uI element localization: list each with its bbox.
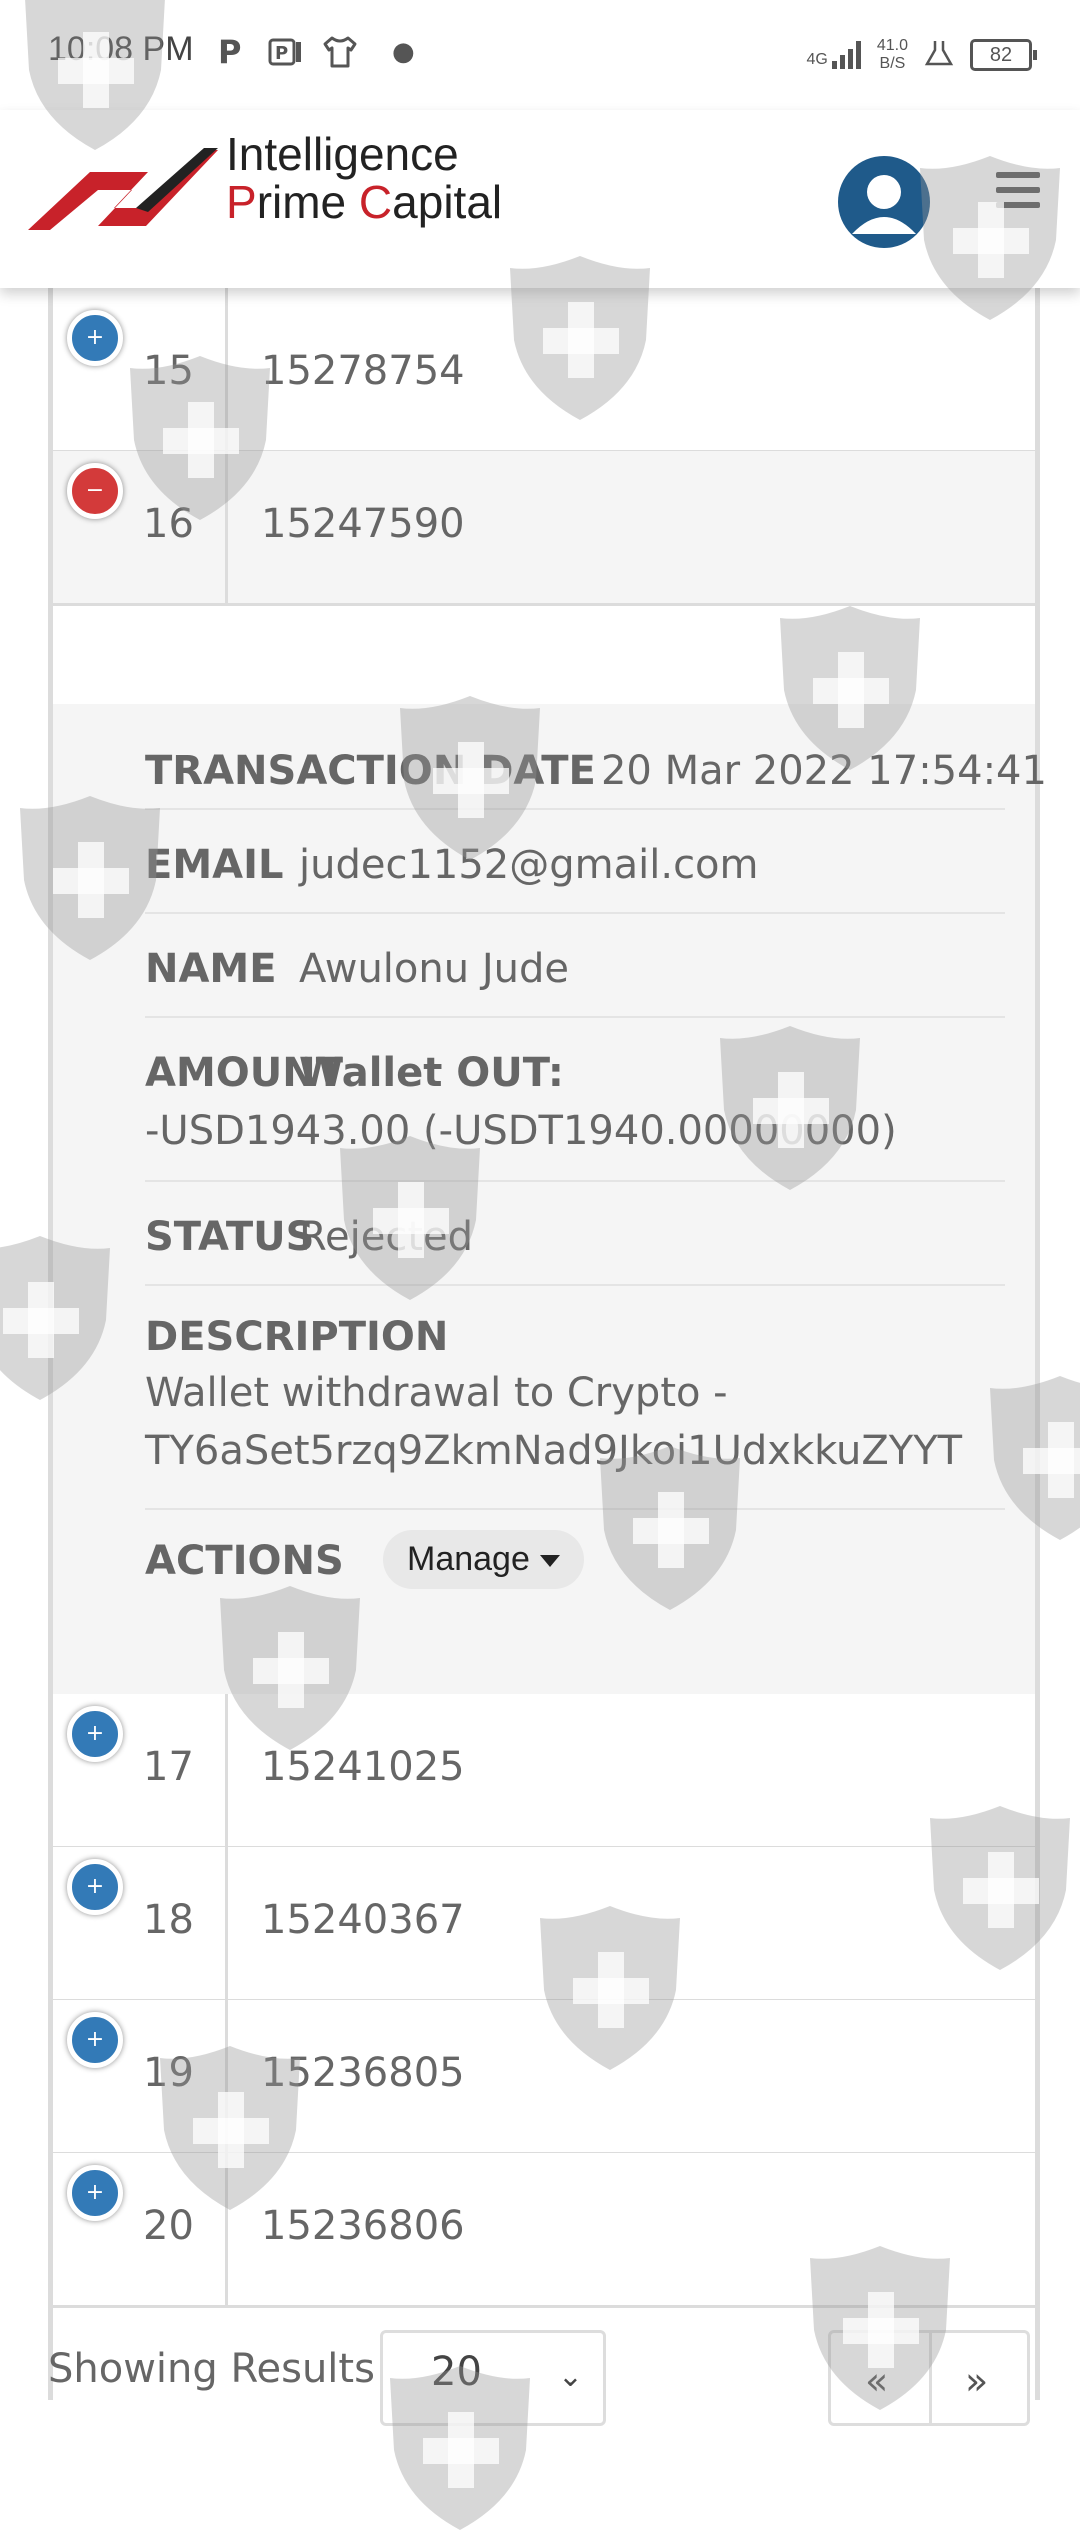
transactions-table: + 14 15281145 + 15 15278754 − 16 1524759… bbox=[48, 146, 1047, 2400]
svg-text:P: P bbox=[275, 43, 288, 64]
page-size-select[interactable]: 20 ⌄ bbox=[380, 2330, 606, 2426]
app-header: Intelligence Prime Capital bbox=[0, 110, 1080, 288]
transaction-id: 15241025 bbox=[261, 1744, 465, 1790]
detail-name: NAME Awulonu Jude bbox=[145, 912, 1005, 1018]
actions-label: ACTIONS bbox=[145, 1538, 344, 1584]
status-value: Rejected bbox=[299, 1214, 474, 1260]
row-number-cell: − 16 bbox=[53, 451, 228, 603]
row-number: 17 bbox=[143, 1744, 194, 1790]
detail-actions: ACTIONS Manage bbox=[145, 1508, 1005, 1628]
table-footer: Showing Results 20 ⌄ « » bbox=[48, 2300, 1048, 2426]
table-row[interactable]: + 19 15236805 bbox=[53, 2000, 1035, 2155]
hamburger-menu-button[interactable] bbox=[996, 172, 1040, 216]
network-type: 4G bbox=[806, 51, 828, 68]
speed-unit: B/S bbox=[879, 55, 906, 72]
logo-line-2: Prime Capital bbox=[226, 176, 503, 228]
battery-icon: 82 bbox=[970, 39, 1037, 71]
detail-amount: AMOUNT Wallet OUT: -USD1943.00 (-USDT194… bbox=[145, 1016, 1005, 1182]
row-number-cell: + 15 bbox=[53, 298, 228, 450]
prev-page-button[interactable]: « bbox=[865, 2359, 888, 2403]
amount-value: -USD1943.00 (-USDT1940.00000000) bbox=[145, 1108, 897, 1154]
transaction-detail: TRANSACTION DATE 20 Mar 2022 17:54:41 EM… bbox=[53, 704, 1047, 1697]
row-number-cell: + 18 bbox=[53, 1847, 228, 1999]
transaction-date-label: TRANSACTION DATE bbox=[145, 748, 596, 794]
manage-dropdown-button[interactable]: Manage bbox=[383, 1530, 584, 1589]
transaction-id: 15247590 bbox=[261, 501, 465, 547]
expand-plus-icon[interactable]: + bbox=[67, 1859, 123, 1915]
name-label: NAME bbox=[145, 946, 277, 992]
parking-icon: P bbox=[268, 32, 304, 72]
row-number-cell: + 20 bbox=[53, 2153, 228, 2305]
row-number: 18 bbox=[143, 1897, 194, 1943]
description-line-2: TY6aSet5rzq9ZkmNad9Jkoi1UdxkkuZYYT bbox=[145, 1428, 963, 1474]
signal-icon: 4G bbox=[807, 41, 861, 69]
row-number: 19 bbox=[143, 2050, 194, 2096]
shirt-icon bbox=[322, 32, 358, 72]
row-number-cell: + 17 bbox=[53, 1694, 228, 1846]
logo-icon[interactable] bbox=[28, 134, 218, 244]
next-page-button[interactable]: » bbox=[965, 2359, 988, 2403]
p-icon: P bbox=[218, 33, 242, 71]
expand-plus-icon[interactable]: + bbox=[67, 2165, 123, 2221]
table-row[interactable]: + 17 15241025 bbox=[53, 1694, 1035, 1849]
detail-transaction-date: TRANSACTION DATE 20 Mar 2022 17:54:41 bbox=[145, 704, 1047, 810]
detail-email: EMAIL judec1152@gmail.com bbox=[145, 808, 1005, 914]
table-row[interactable]: − 16 15247590 bbox=[53, 451, 1035, 606]
page-size-value: 20 bbox=[431, 2349, 482, 2395]
logo-line-1: Intelligence bbox=[226, 128, 459, 180]
row-number: 15 bbox=[143, 348, 194, 394]
transaction-id: 15236806 bbox=[261, 2203, 465, 2249]
transaction-id: 15278754 bbox=[261, 348, 465, 394]
speed-value: 41.0 bbox=[876, 37, 908, 54]
expand-plus-icon[interactable]: + bbox=[67, 310, 123, 366]
row-number: 20 bbox=[143, 2203, 194, 2249]
amount-type: Wallet OUT: bbox=[299, 1050, 564, 1096]
showing-results-label: Showing Results bbox=[48, 2346, 375, 2392]
email-value: judec1152@gmail.com bbox=[299, 842, 759, 888]
expand-plus-icon[interactable]: + bbox=[67, 1706, 123, 1762]
table-row[interactable]: + 18 15240367 bbox=[53, 1847, 1035, 2002]
name-value: Awulonu Jude bbox=[299, 946, 569, 992]
email-label: EMAIL bbox=[145, 842, 284, 888]
dot-icon: ● bbox=[392, 37, 415, 67]
status-label: STATUS bbox=[145, 1214, 315, 1260]
status-bar: 10:08 PM P P ● 4G 41.0 B/S 82 bbox=[0, 0, 1080, 110]
status-right: 4G 41.0 B/S 82 bbox=[807, 30, 1037, 80]
table-row[interactable]: + 15 15278754 bbox=[53, 298, 1035, 453]
description-label: DESCRIPTION bbox=[145, 1314, 449, 1360]
pagination: « » bbox=[828, 2330, 1030, 2426]
row-number: 16 bbox=[143, 501, 194, 547]
network-speed: 41.0 B/S bbox=[877, 37, 908, 73]
collapse-minus-icon[interactable]: − bbox=[67, 463, 123, 519]
caret-down-icon bbox=[539, 1555, 560, 1568]
manage-label: Manage bbox=[407, 1540, 530, 1578]
transaction-date-value: 20 Mar 2022 17:54:41 bbox=[600, 748, 1047, 794]
detail-description: DESCRIPTION Wallet withdrawal to Crypto … bbox=[145, 1284, 1005, 1510]
description-line-1: Wallet withdrawal to Crypto - bbox=[145, 1370, 728, 1416]
row-number-cell: + 19 bbox=[53, 2000, 228, 2152]
transaction-id: 15240367 bbox=[261, 1897, 465, 1943]
avatar[interactable] bbox=[838, 156, 930, 248]
chevron-down-icon: ⌄ bbox=[557, 2359, 583, 2394]
logo-text[interactable]: Intelligence Prime Capital bbox=[226, 130, 502, 226]
expand-plus-icon[interactable]: + bbox=[67, 2012, 123, 2068]
flask-icon bbox=[924, 38, 954, 72]
user-icon bbox=[852, 175, 916, 234]
table-row[interactable]: + 20 15236806 bbox=[53, 2153, 1035, 2308]
transaction-id: 15236805 bbox=[261, 2050, 465, 2096]
status-time: 10:08 PM bbox=[48, 30, 194, 68]
detail-status: STATUS Rejected bbox=[145, 1180, 1005, 1286]
